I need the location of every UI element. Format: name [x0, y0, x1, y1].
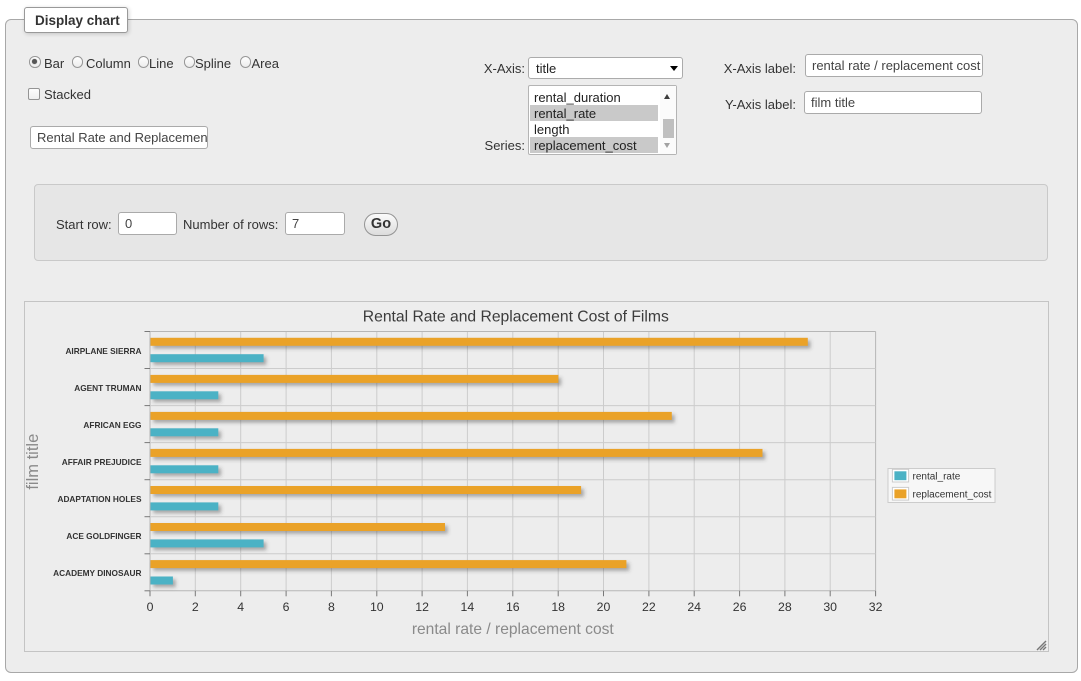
svg-text:AIRPLANE SIERRA: AIRPLANE SIERRA: [65, 345, 141, 355]
svg-text:28: 28: [778, 600, 792, 614]
svg-text:Rental Rate and Replacement Co: Rental Rate and Replacement Cost of Film…: [363, 308, 669, 325]
svg-text:10: 10: [370, 600, 384, 614]
svg-text:AFRICAN EGG: AFRICAN EGG: [83, 419, 141, 429]
svg-text:rental rate / replacement cost: rental rate / replacement cost: [412, 621, 615, 638]
svg-text:AGENT TRUMAN: AGENT TRUMAN: [74, 382, 141, 392]
svg-text:4: 4: [237, 600, 244, 614]
svg-text:12: 12: [415, 600, 429, 614]
svg-text:20: 20: [597, 600, 611, 614]
svg-text:ACE GOLDFINGER: ACE GOLDFINGER: [66, 531, 141, 541]
svg-text:26: 26: [733, 600, 747, 614]
svg-text:rental_rate: rental_rate: [913, 471, 961, 482]
svg-text:6: 6: [283, 600, 290, 614]
svg-text:replacement_cost: replacement_cost: [913, 489, 992, 500]
svg-text:2: 2: [192, 600, 199, 614]
svg-text:ADAPTATION HOLES: ADAPTATION HOLES: [57, 494, 142, 504]
svg-text:AFFAIR PREJUDICE: AFFAIR PREJUDICE: [62, 456, 142, 466]
svg-text:film title: film title: [25, 433, 42, 489]
svg-text:22: 22: [642, 600, 656, 614]
svg-text:16: 16: [506, 600, 520, 614]
svg-text:24: 24: [687, 600, 701, 614]
svg-text:8: 8: [328, 600, 335, 614]
svg-text:32: 32: [869, 600, 883, 614]
svg-text:ACADEMY DINOSAUR: ACADEMY DINOSAUR: [53, 568, 141, 578]
svg-text:18: 18: [551, 600, 565, 614]
svg-text:14: 14: [461, 600, 475, 614]
svg-text:0: 0: [147, 600, 154, 614]
svg-text:30: 30: [823, 600, 837, 614]
